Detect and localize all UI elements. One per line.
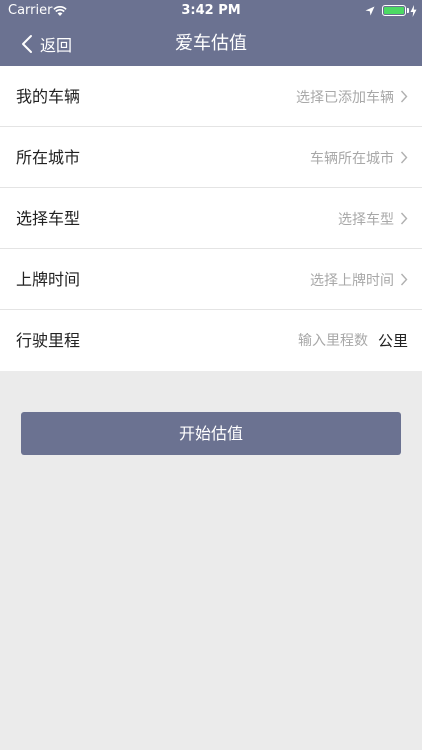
registration-date-label: 上牌时间 xyxy=(16,270,81,289)
start-valuation-button[interactable]: 开始估值 xyxy=(21,412,401,455)
registration-date-row[interactable]: 上牌时间 选择上牌时间 xyxy=(0,249,422,310)
status-bar: Carrier 3:42 PM xyxy=(0,0,422,22)
city-row[interactable]: 所在城市 车辆所在城市 xyxy=(0,127,422,188)
location-arrow-icon xyxy=(365,6,375,16)
battery-icon xyxy=(382,5,406,16)
status-time: 3:42 PM xyxy=(181,3,241,18)
registration-date-value: 选择上牌时间 xyxy=(310,272,394,289)
car-model-value: 选择车型 xyxy=(338,211,394,228)
valuation-form: 我的车辆 选择已添加车辆 所在城市 车辆所在城市 选择车型 选择车型 上牌时间 xyxy=(0,66,422,371)
mileage-label: 行驶里程 xyxy=(16,331,81,350)
car-model-label: 选择车型 xyxy=(16,209,81,228)
mileage-input[interactable] xyxy=(277,332,368,349)
chevron-right-icon xyxy=(400,90,408,103)
car-model-row[interactable]: 选择车型 选择车型 xyxy=(0,188,422,249)
city-value: 车辆所在城市 xyxy=(310,150,394,167)
page-title: 爱车估值 xyxy=(175,33,247,54)
my-vehicle-value: 选择已添加车辆 xyxy=(296,89,394,106)
my-vehicle-label: 我的车辆 xyxy=(16,87,81,106)
battery-level xyxy=(384,7,404,14)
charging-bolt-icon xyxy=(410,5,417,17)
chevron-right-icon xyxy=(400,151,408,164)
top-bar: Carrier 3:42 PM 返回 爱车估值 xyxy=(0,0,422,66)
city-label: 所在城市 xyxy=(16,148,81,167)
battery-cap xyxy=(407,8,409,13)
navigation-bar: 返回 爱车估值 xyxy=(0,22,422,66)
mileage-row: 行驶里程 公里 xyxy=(0,310,422,371)
chevron-right-icon xyxy=(400,212,408,225)
mileage-unit: 公里 xyxy=(377,332,408,350)
my-vehicle-row[interactable]: 我的车辆 选择已添加车辆 xyxy=(0,66,422,127)
chevron-right-icon xyxy=(400,273,408,286)
